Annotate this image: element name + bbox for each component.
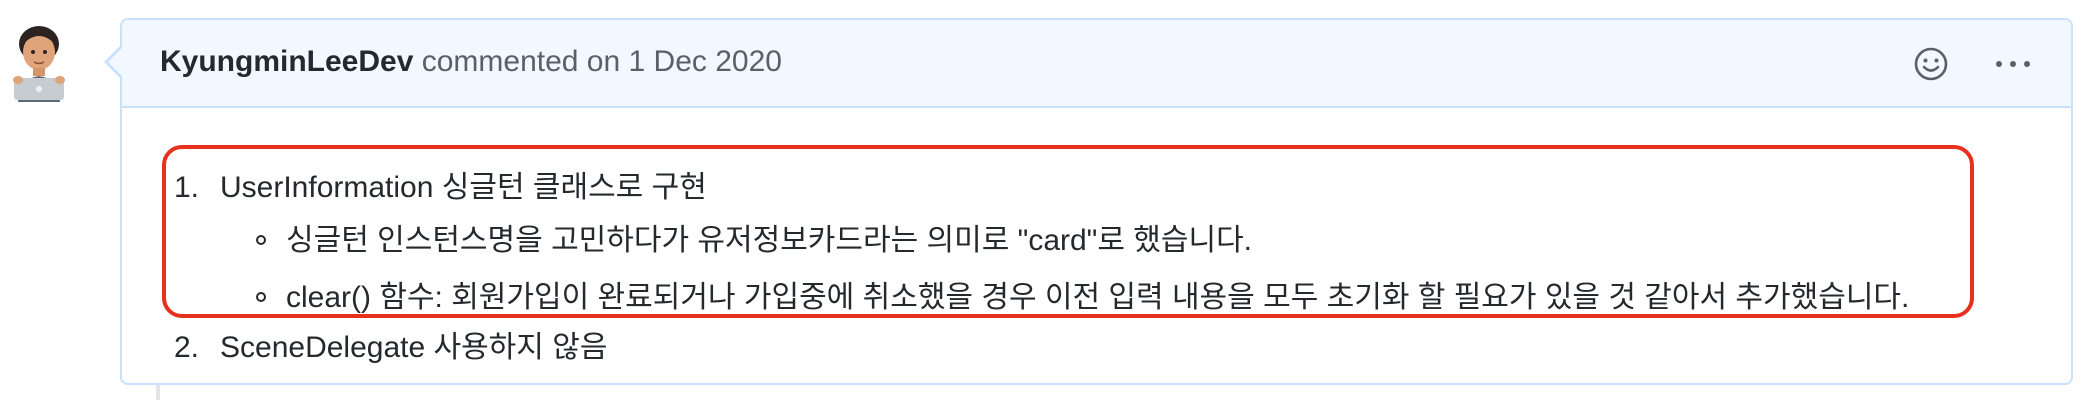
list-item-1: 1. UserInformation 싱글턴 클래스로 구현 <box>174 170 707 206</box>
sub-bullet-icon <box>256 235 266 245</box>
page: KyungminLeeDev commented on 1 Dec 2020 1… <box>0 0 2084 400</box>
comment-actions <box>1911 44 2035 84</box>
sub-bullet-icon <box>256 292 266 302</box>
comment-box: KyungminLeeDev commented on 1 Dec 2020 1… <box>120 18 2073 385</box>
comment-header: KyungminLeeDev commented on 1 Dec 2020 <box>122 20 2071 108</box>
list-item-number: 2. <box>174 331 200 364</box>
list-item-text: SceneDelegate 사용하지 않음 <box>220 331 608 364</box>
smiley-icon[interactable] <box>1911 44 1951 84</box>
avatar[interactable] <box>8 22 70 102</box>
comment-date[interactable]: 1 Dec 2020 <box>629 45 782 78</box>
list-item-2: 2. SceneDelegate 사용하지 않음 <box>174 330 607 366</box>
timeline-line <box>156 385 160 400</box>
list-item-text: UserInformation 싱글턴 클래스로 구현 <box>220 171 707 204</box>
kebab-icon[interactable] <box>1991 44 2035 84</box>
sub-list-item-2: clear() 함수: 회원가입이 완료되거나 가입중에 취소했을 경우 이전 … <box>286 281 1910 314</box>
comment-action: commented on <box>421 45 621 78</box>
comment-header-text: KyungminLeeDev commented on 1 Dec 2020 <box>160 44 782 80</box>
list-item-number: 1. <box>174 171 200 204</box>
comment-caret-inner <box>108 48 122 76</box>
comment-author[interactable]: KyungminLeeDev <box>160 45 413 78</box>
sub-list-item-1: 싱글턴 인스턴스명을 고민하다가 유저정보카드라는 의미로 "card"로 했습… <box>286 224 1253 257</box>
